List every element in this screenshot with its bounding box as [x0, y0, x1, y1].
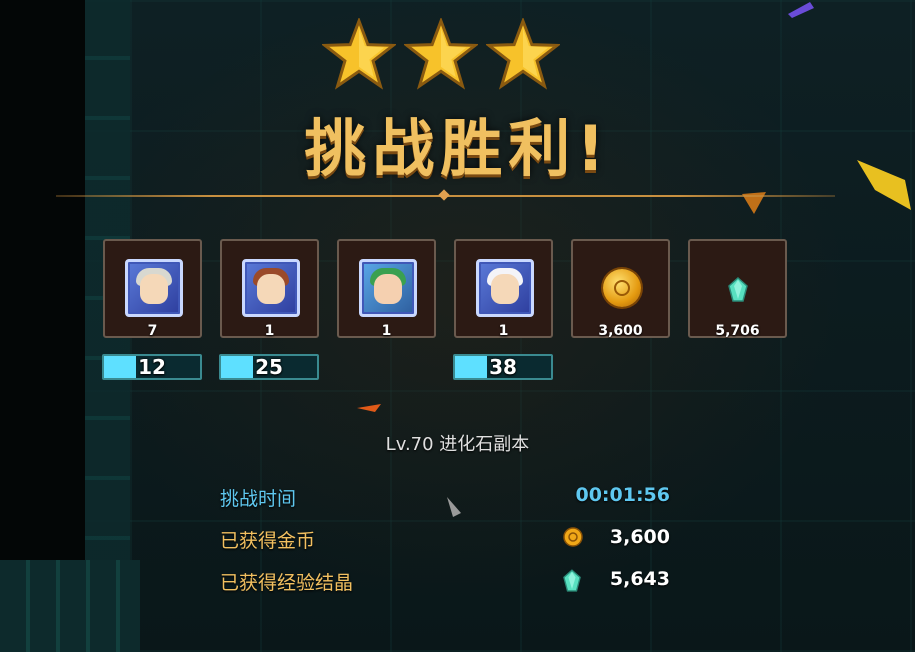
- exp-value: 5,643: [609, 568, 670, 590]
- reward-count: 1: [498, 323, 509, 339]
- hero-level: 25: [255, 355, 283, 379]
- reward-count: 1: [264, 323, 275, 339]
- time-label: 挑战时间: [220, 488, 297, 510]
- hero-green-hair-portrait-icon: [359, 259, 417, 317]
- stat-row-gold: 已获得金币 3,600: [220, 526, 670, 552]
- hero-level: 12: [138, 355, 166, 379]
- reward-count: 5,706: [715, 323, 760, 339]
- star-icon: [486, 18, 560, 90]
- confetti-icon: [357, 404, 381, 412]
- exp-crystal-icon: [728, 277, 748, 302]
- hero-silver-hair-portrait-icon: [125, 259, 183, 317]
- hero-brown-hair-portrait-icon: [242, 259, 300, 317]
- victory-title: 挑战胜利!: [304, 112, 611, 185]
- time-value: 00:01:56: [575, 484, 670, 506]
- exp-label: 已获得经验结晶: [220, 572, 354, 594]
- reward-slot-hero[interactable]: 1: [454, 239, 553, 339]
- gold-value: 3,600: [609, 526, 670, 548]
- hero-blonde-hair-portrait-icon: [476, 259, 534, 317]
- gold-label: 已获得金币: [220, 530, 316, 552]
- hero-level: 38: [489, 355, 517, 379]
- background-pattern-band-bottom: [0, 560, 140, 652]
- stat-row-exp: 已获得经验结晶 5,643: [220, 568, 670, 594]
- reward-slot-gold[interactable]: 3,600: [571, 239, 670, 339]
- confetti-icon: [788, 2, 814, 18]
- background-dark-panel: [0, 0, 85, 560]
- reward-count: 7: [147, 323, 158, 339]
- reward-slot-hero[interactable]: 1: [220, 239, 319, 339]
- gold-coin-icon: [563, 527, 583, 547]
- reward-slot-exp[interactable]: 5,706: [688, 239, 787, 339]
- star-rating: [322, 18, 560, 92]
- hero-level-bar: 38: [453, 354, 553, 380]
- hero-level-bar: 12: [102, 354, 202, 380]
- stat-row-time: 挑战时间 00:01:56: [220, 484, 670, 510]
- reward-count: 3,600: [598, 323, 643, 339]
- reward-count: 1: [381, 323, 392, 339]
- hero-level-bar: 25: [219, 354, 319, 380]
- star-icon: [322, 18, 396, 90]
- star-icon: [404, 18, 478, 90]
- reward-slot-hero[interactable]: 1: [337, 239, 436, 339]
- reward-slot-hero[interactable]: 7: [103, 239, 202, 339]
- gold-coin-icon: [603, 269, 641, 307]
- stage-name: Lv.70 进化石副本: [385, 434, 530, 455]
- exp-crystal-icon: [563, 569, 581, 592]
